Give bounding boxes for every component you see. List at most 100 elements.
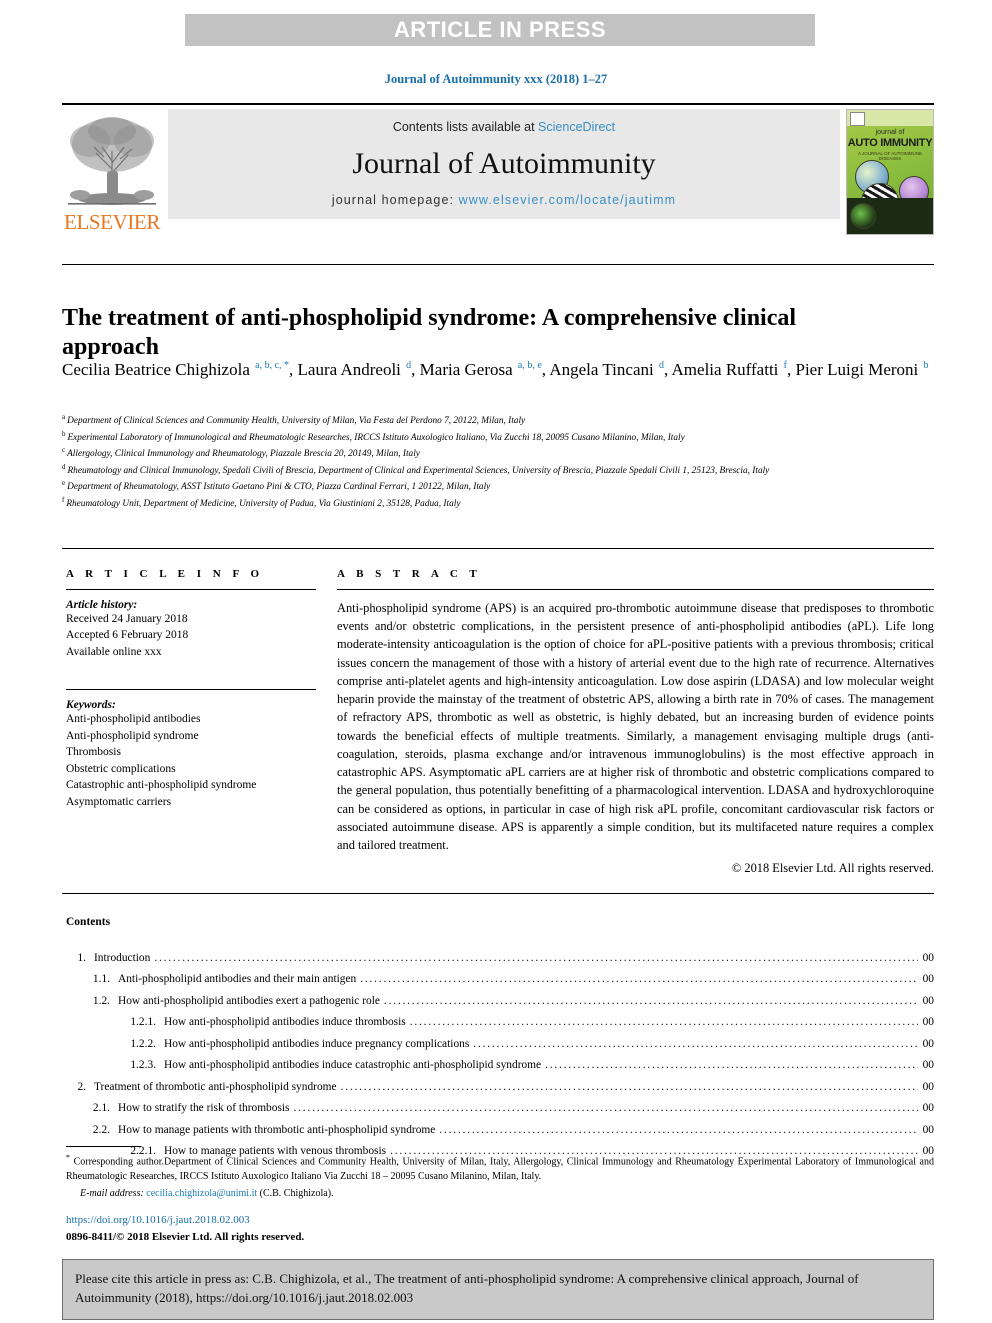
article-info-spacer xyxy=(66,660,316,680)
toc-leader-dots: ........................................… xyxy=(439,1123,918,1136)
article-info-heading: A R T I C L E I N F O xyxy=(66,568,264,580)
article-in-press-label: ARTICLE IN PRESS xyxy=(393,17,607,42)
email-link[interactable]: cecilia.chighizola@unimi.it xyxy=(146,1188,257,1199)
contents-heading: Contents xyxy=(66,916,111,928)
toc-leader-dots: ........................................… xyxy=(340,1080,918,1093)
toc-entry[interactable]: 1.2.3. How anti-phospholipid antibodies i… xyxy=(66,1055,934,1076)
toc-entry-number: 2. xyxy=(77,1080,86,1093)
issn-copyright-line: 0896-8411/© 2018 Elsevier Ltd. All right… xyxy=(66,1230,305,1243)
toc-entry-number: 2.2. xyxy=(92,1123,110,1136)
toc-entry-label: Introduction xyxy=(94,952,151,964)
asterisk-icon: * xyxy=(66,1153,70,1162)
affiliation-item: b Experimental Laboratory of Immunologica… xyxy=(62,429,934,446)
affiliation-item: e Department of Rheumatology, ASST Istitu… xyxy=(62,478,934,495)
journal-reference-line: Journal of Autoimmunity xxx (2018) 1–27 xyxy=(384,72,608,86)
affiliation-text: Rheumatology and Clinical Immunology, Sp… xyxy=(67,465,770,476)
cover-title-label: AUTO IMMUNITY xyxy=(847,137,933,149)
toc-entry[interactable]: 2.1. How to stratify the risk of thrombos… xyxy=(66,1098,934,1119)
masthead-center-block: Contents lists available at ScienceDirec… xyxy=(168,109,840,219)
toc-entry[interactable]: 2. Treatment of thrombotic anti-phospholi… xyxy=(66,1077,934,1098)
journal-homepage-link[interactable]: www.elsevier.com/locate/jautimm xyxy=(459,193,677,207)
toc-leader-dots: ........................................… xyxy=(409,1016,918,1029)
article-history-item: Available online xxx xyxy=(66,645,162,658)
affiliation-text: Allergology, Clinical Immunology and Rhe… xyxy=(67,449,420,460)
cover-elsevier-mark-icon xyxy=(850,112,865,126)
table-of-contents: 1. Introduction..........................… xyxy=(66,948,934,1162)
toc-entry[interactable]: 1.2.1. How anti-phospholipid antibodies i… xyxy=(66,1012,934,1033)
abstract-copyright: © 2018 Elsevier Ltd. All rights reserved… xyxy=(731,861,934,876)
toc-entry[interactable]: 1.1. Anti-phospholipid antibodies and the… xyxy=(66,969,934,990)
toc-entry-label: How anti-phospholipid antibodies induce … xyxy=(164,1016,406,1029)
keyword-item: Anti-phospholipid syndrome xyxy=(66,729,199,742)
toc-entry[interactable]: 1.2.2. How anti-phospholipid antibodies i… xyxy=(66,1034,934,1055)
toc-entry-page: 00 xyxy=(922,1123,934,1136)
keyword-item: Obstetric complications xyxy=(66,762,176,775)
toc-leader-dots: ........................................… xyxy=(360,973,918,986)
email-owner: (C.B. Chighizola). xyxy=(259,1188,334,1200)
abstract-text: Anti-phospholipid syndrome (APS) is an a… xyxy=(337,601,934,853)
toc-entry-number: 1.2.2. xyxy=(130,1037,156,1050)
toc-entry[interactable]: 1. Introduction..........................… xyxy=(66,948,934,969)
journal-cover-thumbnail: journal of AUTO IMMUNITY A JOURNAL OF AU… xyxy=(846,109,934,235)
toc-leader-dots: ........................................… xyxy=(293,1102,917,1115)
toc-entry-page: 00 xyxy=(922,1080,934,1093)
keyword-item: Catastrophic anti-phospholipid syndrome xyxy=(66,779,257,792)
toc-entry-number: 2.1. xyxy=(92,1102,110,1115)
toc-leader-dots: ........................................… xyxy=(473,1037,918,1050)
corresponding-author-line: * Corresponding author.Department of Cli… xyxy=(66,1152,934,1184)
doi-block: https://doi.org/10.1016/j.jaut.2018.02.0… xyxy=(66,1212,304,1245)
toc-entry[interactable]: 2.2. How to manage patients with thrombot… xyxy=(66,1120,934,1141)
affiliation-text: Rheumatology Unit, Department of Medicin… xyxy=(66,498,461,509)
toc-entry-page: 00 xyxy=(922,1102,934,1115)
toc-entry-label: How anti-phospholipid antibodies induce … xyxy=(164,1059,542,1072)
email-line: E-mail address: cecilia.chighizola@unimi… xyxy=(66,1186,934,1201)
affiliation-list: a Department of Clinical Sciences and Com… xyxy=(62,412,934,511)
affiliation-text: Experimental Laboratory of Immunological… xyxy=(67,432,685,443)
author-list: Cecilia Beatrice Chighizola a, b, c, *, … xyxy=(62,360,929,379)
toc-entry-page: 00 xyxy=(922,1037,934,1050)
keywords-list: Anti-phospholipid antibodies Anti-phospho… xyxy=(66,711,316,810)
toc-entry-number: 1.2. xyxy=(92,994,110,1007)
doi-link[interactable]: https://doi.org/10.1016/j.jaut.2018.02.0… xyxy=(66,1212,304,1229)
journal-masthead: ELSEVIER Contents lists available at Sci… xyxy=(62,103,934,235)
article-info-rule xyxy=(66,589,316,590)
toc-entry-number: 1.1. xyxy=(92,973,110,986)
toc-entry[interactable]: 1.2. How anti-phospholipid antibodies exe… xyxy=(66,991,934,1012)
toc-entry-number: 1. xyxy=(77,952,86,964)
toc-entry-label: How to stratify the risk of thrombosis xyxy=(118,1102,290,1115)
affiliation-item: c Allergology, Clinical Immunology and Rh… xyxy=(62,445,934,462)
cover-subtitle-label: A JOURNAL OF AUTOIMMUNE DISEASES xyxy=(857,151,922,161)
elsevier-wordmark: ELSEVIER xyxy=(64,210,160,234)
toc-entry-page: 00 xyxy=(922,1059,934,1072)
toc-leader-dots: ........................................… xyxy=(154,952,918,964)
abstract-heading: A B S T R A C T xyxy=(337,568,482,580)
journal-title: Journal of Autoimmunity xyxy=(352,146,656,180)
page-title: The treatment of anti-phospholipid syndr… xyxy=(62,305,797,361)
toc-leader-dots: ........................................… xyxy=(545,1059,918,1072)
article-history-item: Accepted 6 February 2018 xyxy=(66,629,189,642)
contents-lists-line: Contents lists available at ScienceDirec… xyxy=(393,120,615,134)
article-history-list: Received 24 January 2018 Accepted 6 Febru… xyxy=(66,611,316,660)
toc-entry-label: How to manage patients with thrombotic a… xyxy=(118,1123,436,1136)
abstract-section-divider xyxy=(62,548,934,549)
email-address-label: E-mail address: xyxy=(80,1188,144,1200)
article-in-press-banner: ARTICLE IN PRESS xyxy=(185,14,815,46)
title-divider xyxy=(62,264,934,265)
affiliation-text: Department of Clinical Sciences and Comm… xyxy=(67,416,526,427)
corresponding-author-text: Corresponding author.Department of Clini… xyxy=(66,1156,934,1183)
toc-entry-page: 00 xyxy=(922,1016,934,1029)
journal-homepage-line: journal homepage: www.elsevier.com/locat… xyxy=(332,193,676,207)
toc-entry-number: 1.2.3. xyxy=(130,1059,156,1072)
affiliation-item: a Department of Clinical Sciences and Com… xyxy=(62,412,934,429)
abstract-rule xyxy=(337,589,934,590)
sciencedirect-link[interactable]: ScienceDirect xyxy=(538,120,615,134)
toc-entry-page: 00 xyxy=(922,994,934,1007)
elsevier-logo: ELSEVIER xyxy=(62,109,162,235)
toc-entry-label: Anti-phospholipid antibodies and their m… xyxy=(118,973,357,986)
keyword-item: Asymptomatic carriers xyxy=(66,795,172,808)
article-history-item: Received 24 January 2018 xyxy=(66,613,188,625)
contents-divider xyxy=(62,893,934,894)
toc-entry-number: 1.2.1. xyxy=(130,1016,156,1029)
corresponding-author-footnote: * Corresponding author.Department of Cli… xyxy=(66,1152,934,1201)
affiliation-item: d Rheumatology and Clinical Immunology, S… xyxy=(62,462,934,479)
